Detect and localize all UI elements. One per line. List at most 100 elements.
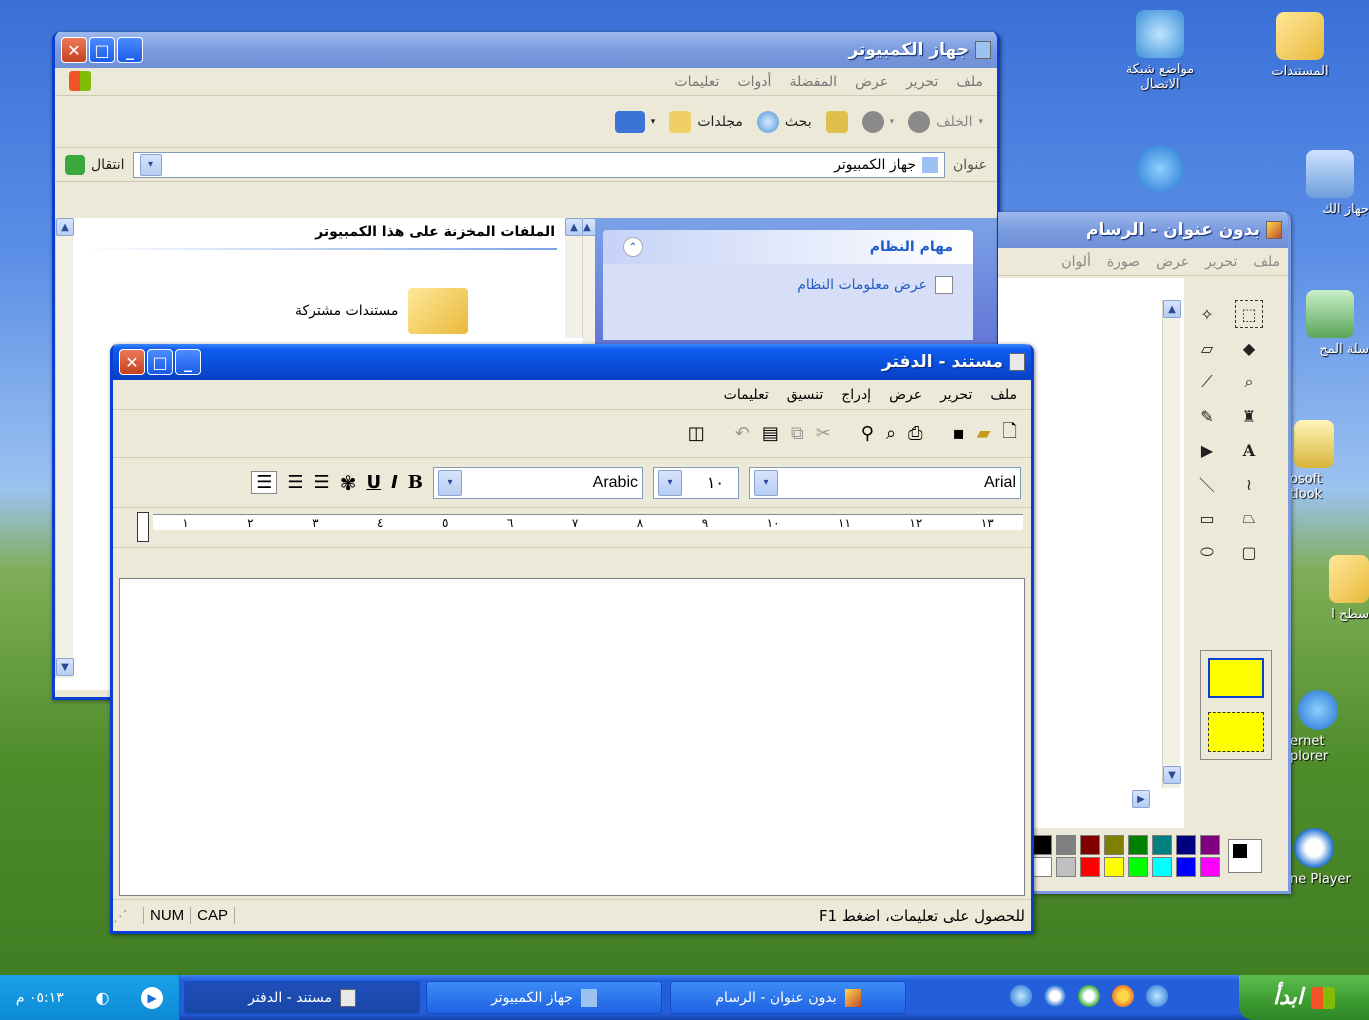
desktop-icon-media-player[interactable]: ne Player <box>1290 828 1369 887</box>
internet-explorer-icon[interactable] <box>1010 985 1032 1007</box>
palette-swatch[interactable] <box>1056 857 1076 877</box>
explorer-minimize-button[interactable]: _ <box>117 37 143 63</box>
line-icon[interactable]: ＼ <box>1193 470 1221 498</box>
italic-icon[interactable]: I <box>391 472 398 493</box>
rounded-rect-icon[interactable]: ▢ <box>1235 538 1263 566</box>
views-button[interactable]: ▾ <box>614 110 655 133</box>
print-preview-icon[interactable]: ⌕ <box>886 423 896 444</box>
open-icon[interactable]: ▰ <box>977 423 991 444</box>
volume-icon[interactable]: ◐ <box>95 988 109 1007</box>
desktop-icon-desktop-folder[interactable]: سطح ا <box>1290 555 1369 622</box>
menu-help[interactable]: تعليمات <box>724 387 769 403</box>
scroll-up-button[interactable]: ▲ <box>56 218 74 236</box>
start-button[interactable]: ابدأ <box>1239 975 1369 1020</box>
transparent-option-icon[interactable] <box>1208 712 1264 752</box>
palette-swatch[interactable] <box>1176 835 1196 855</box>
palette-swatch[interactable] <box>1080 857 1100 877</box>
desktop-icon-outlook[interactable]: osoft tlook <box>1290 420 1369 502</box>
ruler[interactable]: ١ ٢ ٣ ٤ ٥ ٦ ٧ ٨ ٩ ١٠ ١١ ١٢ ١٣ <box>113 508 1031 548</box>
palette-swatch[interactable] <box>1080 835 1100 855</box>
scroll-down-button[interactable]: ▼ <box>1163 766 1181 784</box>
shared-documents-item[interactable]: مستندات مشتركة <box>295 288 469 334</box>
desktop-icon-ie-top[interactable] <box>1115 145 1205 197</box>
section-scrollbar[interactable]: ▲ <box>565 218 583 338</box>
forward-button[interactable]: ▾ <box>861 110 894 133</box>
ellipse-icon[interactable]: ⬭ <box>1193 538 1221 566</box>
chevron-down-icon[interactable]: ▾ <box>658 469 682 496</box>
rect-select-icon[interactable]: ⬚ <box>1235 300 1263 328</box>
taskbar-button-wordpad[interactable]: مستند - الدفتر <box>184 981 420 1014</box>
desktop-icon-recycle[interactable]: سلة المح <box>1290 290 1369 357</box>
explorer-titlebar[interactable]: ✕ □ _ جهاز الكمبيوتر <box>55 32 997 68</box>
menu-file[interactable]: ملف <box>990 387 1017 403</box>
wordpad-minimize-button[interactable]: _ <box>175 349 201 375</box>
new-document-icon[interactable]: 🗋 <box>1003 419 1017 449</box>
desktop-icon-my-computer[interactable]: جهاز الك <box>1290 150 1369 217</box>
current-colors[interactable] <box>1228 839 1262 873</box>
system-tasks-header[interactable]: مهام النظام ⌃ <box>603 230 973 264</box>
menu-view[interactable]: عرض <box>855 74 888 90</box>
palette-swatch[interactable] <box>1032 857 1052 877</box>
palette-swatch[interactable] <box>1200 835 1220 855</box>
document-area[interactable] <box>119 578 1025 896</box>
underline-icon[interactable]: U <box>366 472 381 493</box>
save-icon[interactable]: ▪ <box>952 423 964 444</box>
menu-help[interactable]: تعليمات <box>674 74 719 90</box>
desktop-icon-documents[interactable]: المستندات <box>1255 12 1345 79</box>
palette-swatch[interactable] <box>1152 857 1172 877</box>
scroll-right-button[interactable]: ▶ <box>1132 790 1150 808</box>
menu-edit[interactable]: تحرير <box>906 74 938 90</box>
align-left-icon[interactable]: ☰ <box>314 472 330 493</box>
chevron-down-icon[interactable]: ▾ <box>438 469 462 496</box>
paint-vertical-scrollbar[interactable]: ▲ ▼ <box>1162 300 1181 788</box>
task-view-system-info[interactable]: عرض معلومات النظام <box>603 264 973 306</box>
airbrush-icon[interactable]: ▶ <box>1193 436 1221 464</box>
menu-file[interactable]: ملف <box>956 74 983 90</box>
address-input[interactable]: جهاز الكمبيوتر ▾ <box>132 151 946 178</box>
menu-insert[interactable]: إدراج <box>841 387 871 403</box>
scroll-up-button[interactable]: ▲ <box>565 218 583 236</box>
palette-swatch[interactable] <box>1056 835 1076 855</box>
resize-grip-icon[interactable]: ⋰ <box>113 907 143 925</box>
go-button[interactable]: انتقال <box>65 154 125 175</box>
ruler-indent-marker[interactable] <box>137 512 149 542</box>
palette-swatch[interactable] <box>1176 857 1196 877</box>
date-time-icon[interactable]: ◫ <box>688 423 705 444</box>
wordpad-close-button[interactable]: ✕ <box>119 349 145 375</box>
wordpad-maximize-button[interactable]: □ <box>147 349 173 375</box>
paint-tool-options[interactable] <box>1200 650 1272 760</box>
menu-colors[interactable]: ألوان <box>1061 254 1091 270</box>
explorer-close-button[interactable]: ✕ <box>61 37 87 63</box>
find-icon[interactable]: ⚲ <box>861 423 874 444</box>
palette-swatch[interactable] <box>1152 835 1172 855</box>
expand-tray-button[interactable]: ▶ <box>141 986 164 1009</box>
taskbar-button-explorer[interactable]: جهاز الكمبيوتر <box>426 981 662 1014</box>
desktop-icon-network[interactable]: مواضع شبكة الاتصال <box>1115 10 1205 92</box>
rectangle-icon[interactable]: ▭ <box>1193 504 1221 532</box>
menu-tools[interactable]: أدوات <box>737 74 771 90</box>
menu-edit[interactable]: تحرير <box>940 387 972 403</box>
undo-icon[interactable]: ↶ <box>735 423 750 444</box>
color-picker-icon[interactable]: ⟋ <box>1193 368 1221 396</box>
opaque-option-icon[interactable] <box>1208 658 1264 698</box>
font-name-select[interactable]: ▾ Arial <box>749 466 1021 499</box>
print-icon[interactable]: ⎙ <box>908 423 922 444</box>
palette-swatch[interactable] <box>1032 835 1052 855</box>
messenger-icon[interactable] <box>1078 985 1100 1007</box>
menu-view[interactable]: عرض <box>889 387 922 403</box>
brush-icon[interactable]: ♜ <box>1235 402 1263 430</box>
fill-icon[interactable]: ◆ <box>1235 334 1263 362</box>
palette-swatch[interactable] <box>1128 835 1148 855</box>
paste-icon[interactable]: ▤ <box>762 423 779 444</box>
menu-view[interactable]: عرض <box>1156 254 1189 270</box>
pencil-icon[interactable]: ✎ <box>1193 402 1221 430</box>
font-size-select[interactable]: ▾ ١٠ <box>653 466 739 499</box>
align-right-icon[interactable]: ☰ <box>251 471 278 494</box>
address-dropdown-button[interactable]: ▾ <box>139 153 162 176</box>
wordpad-titlebar[interactable]: ✕ □ _ مستند - الدفتر <box>113 344 1031 380</box>
paint-titlebar[interactable]: بدون عنوان - الرسام <box>998 212 1288 248</box>
copy-icon[interactable]: ⧉ <box>791 423 804 444</box>
text-tool-icon[interactable]: A <box>1235 436 1263 464</box>
clock[interactable]: ٠٥:١٣ م <box>16 990 64 1006</box>
palette-swatch[interactable] <box>1104 835 1124 855</box>
